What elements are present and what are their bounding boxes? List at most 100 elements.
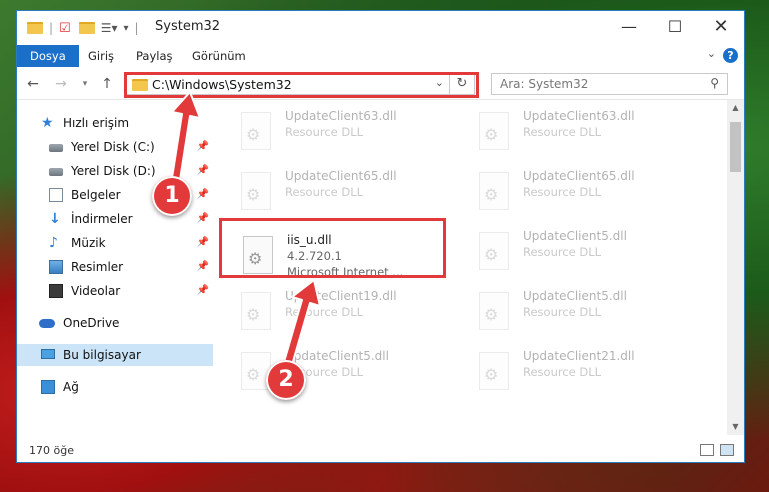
help-icon[interactable]: ? xyxy=(723,48,738,63)
drive-icon xyxy=(49,168,63,176)
pin-icon: 📌 xyxy=(196,165,209,176)
sidebar-item-this-pc[interactable]: Bu bilgisayar xyxy=(17,344,213,366)
videos-icon xyxy=(49,284,63,298)
refresh-icon[interactable]: ↻ xyxy=(449,74,474,94)
status-bar: 170 öğe xyxy=(17,439,744,463)
file-tile[interactable]: UpdateClient63.dll Resource DLL xyxy=(473,106,703,158)
file-tile-iis-u[interactable]: iis_u.dll 4.2.720.1 Microsoft Internet .… xyxy=(237,230,467,282)
new-folder-icon[interactable] xyxy=(78,22,95,34)
sidebar-item-label: Videolar xyxy=(71,284,121,298)
sidebar-item-label: Müzik xyxy=(71,236,106,250)
minimize-button[interactable]: — xyxy=(606,11,652,43)
folder-icon xyxy=(27,22,43,34)
sidebar-item-label: Belgeler xyxy=(71,188,121,202)
back-button[interactable]: ← xyxy=(23,74,43,94)
tiles-view-icon[interactable] xyxy=(720,444,734,456)
file-description: Resource DLL xyxy=(523,185,602,199)
sidebar-item-local-disk-c[interactable]: Yerel Disk (C:) 📌 xyxy=(17,136,213,158)
file-description: Resource DLL xyxy=(523,125,602,139)
tab-share[interactable]: Paylaş xyxy=(123,45,186,67)
cloud-icon xyxy=(39,319,55,328)
tab-file[interactable]: Dosya xyxy=(17,45,79,67)
file-tile[interactable]: UpdateClient5.dll Resource DLL xyxy=(473,286,703,338)
search-icon: ⚲ xyxy=(710,76,719,90)
file-name: UpdateClient65.dll xyxy=(523,169,635,183)
scroll-up-icon[interactable]: ▲ xyxy=(727,100,744,116)
sidebar-item-label: Bu bilgisayar xyxy=(63,348,141,362)
step-2-badge: 2 xyxy=(266,360,306,400)
download-icon: ↓ xyxy=(49,211,61,227)
star-icon: ★ xyxy=(41,115,54,131)
dll-file-icon xyxy=(479,232,509,270)
file-name: UpdateClient63.dll xyxy=(523,109,635,123)
sidebar-item-network[interactable]: Ağ xyxy=(17,376,213,398)
address-path[interactable]: C:\Windows\System32 xyxy=(152,77,292,92)
expand-ribbon-icon[interactable]: ⌄ xyxy=(707,47,716,60)
file-name: UpdateClient5.dll xyxy=(523,289,627,303)
file-name: UpdateClient5.dll xyxy=(285,349,389,363)
address-dropdown-icon[interactable]: ⌄ xyxy=(435,76,444,89)
pin-icon: 📌 xyxy=(196,189,209,200)
scroll-down-icon[interactable]: ▼ xyxy=(727,419,744,435)
up-button[interactable]: ↑ xyxy=(97,74,117,94)
forward-button[interactable]: → xyxy=(51,74,71,94)
quick-access-toolbar: | ☑ ☰▾ ▾ | xyxy=(27,19,139,37)
close-button[interactable]: ✕ xyxy=(698,11,744,43)
sidebar-item-label: Resimler xyxy=(71,260,124,274)
maximize-button[interactable]: ☐ xyxy=(652,11,698,43)
tab-home[interactable]: Giriş xyxy=(75,45,127,67)
sidebar-item-quick-access[interactable]: ★ Hızlı erişim xyxy=(17,112,213,134)
sidebar-item-onedrive[interactable]: OneDrive xyxy=(17,312,213,334)
sidebar-item-local-disk-d[interactable]: Yerel Disk (D:) 📌 xyxy=(17,160,213,182)
vertical-scrollbar[interactable]: ▲ ▼ xyxy=(727,100,744,435)
file-description: Resource DLL xyxy=(285,185,364,199)
view-options-icon[interactable]: ☰▾ xyxy=(101,21,118,35)
file-name: UpdateClient19.dll xyxy=(285,289,397,303)
file-description: Resource DLL xyxy=(285,305,364,319)
search-placeholder: Ara: System32 xyxy=(500,77,589,91)
file-tile[interactable]: UpdateClient65.dll Resource DLL xyxy=(235,166,465,218)
file-name: UpdateClient65.dll xyxy=(285,169,397,183)
pin-icon: 📌 xyxy=(196,213,209,224)
document-icon xyxy=(49,188,63,202)
sidebar-item-label: OneDrive xyxy=(63,316,120,330)
address-bar[interactable]: C:\Windows\System32 ⌄ ↻ xyxy=(125,73,475,95)
sidebar-item-label: Yerel Disk (C:) xyxy=(71,140,155,154)
file-name: UpdateClient5.dll xyxy=(523,229,627,243)
file-company: Microsoft Internet ... xyxy=(287,265,404,279)
file-name: iis_u.dll xyxy=(287,233,332,247)
dll-file-icon xyxy=(479,172,509,210)
dll-file-icon xyxy=(243,236,273,274)
file-tile[interactable]: UpdateClient5.dll Resource DLL xyxy=(473,226,703,278)
pin-icon: 📌 xyxy=(196,141,209,152)
file-tile[interactable]: UpdateClient65.dll Resource DLL xyxy=(473,166,703,218)
dll-file-icon xyxy=(241,292,271,330)
recent-locations-chevron-icon[interactable]: ▾ xyxy=(75,74,95,94)
details-view-icon[interactable] xyxy=(700,444,714,456)
search-input[interactable]: Ara: System32 ⚲ xyxy=(491,73,728,95)
file-description: Resource DLL xyxy=(523,305,602,319)
file-tile[interactable]: UpdateClient19.dll Resource DLL xyxy=(235,286,465,338)
file-tile[interactable]: UpdateClient21.dll Resource DLL xyxy=(473,346,703,398)
music-icon: ♪ xyxy=(49,235,58,251)
tab-view[interactable]: Görünüm xyxy=(179,45,259,67)
dll-file-icon xyxy=(479,112,509,150)
file-description: Resource DLL xyxy=(523,245,602,259)
dll-file-icon xyxy=(479,352,509,390)
scroll-thumb[interactable] xyxy=(730,122,741,172)
file-version: 4.2.720.1 xyxy=(287,249,342,263)
folder-icon xyxy=(132,79,148,91)
file-description: Resource DLL xyxy=(285,125,364,139)
customize-toolbar-icon[interactable]: ▾ xyxy=(123,23,128,34)
sidebar-item-music[interactable]: ♪ Müzik 📌 xyxy=(17,232,213,254)
dll-file-icon xyxy=(479,292,509,330)
file-name: UpdateClient21.dll xyxy=(523,349,635,363)
sidebar-item-pictures[interactable]: Resimler 📌 xyxy=(17,256,213,278)
sidebar-item-videos[interactable]: Videolar 📌 xyxy=(17,280,213,302)
pin-icon: 📌 xyxy=(196,261,209,272)
sidebar-item-label: Ağ xyxy=(63,380,79,394)
window-title: System32 xyxy=(155,19,221,34)
drive-icon xyxy=(49,144,63,152)
properties-icon[interactable]: ☑ xyxy=(59,21,71,36)
file-tile[interactable]: UpdateClient63.dll Resource DLL xyxy=(235,106,465,158)
